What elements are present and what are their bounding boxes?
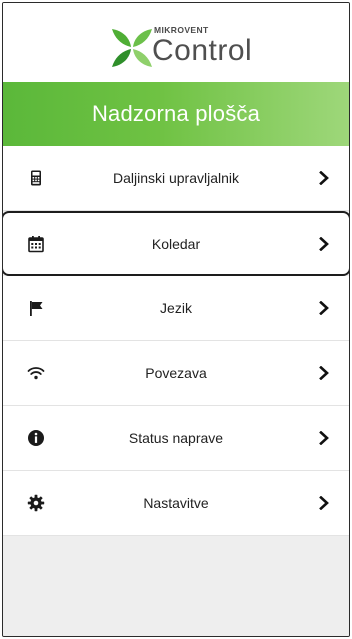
menu-item-label: Povezava — [145, 365, 207, 381]
page-title: Nadzorna plošča — [91, 101, 261, 126]
chevron-right-icon — [319, 301, 329, 315]
menu-item-device-status[interactable]: Status naprave — [3, 406, 349, 471]
menu-item-connection[interactable]: Povezava — [3, 341, 349, 406]
chevron-right-icon — [319, 236, 329, 251]
product-name: Control — [152, 34, 253, 67]
chevron-right-icon — [319, 496, 329, 510]
menu-item-label: Nastavitve — [143, 495, 209, 511]
menu-item-label: Status naprave — [128, 430, 224, 446]
menu-item-label: Koledar — [151, 235, 201, 252]
chevron-right-icon — [319, 366, 329, 380]
page-header: Nadzorna plošča — [3, 82, 349, 146]
menu-item-remote-control[interactable]: Daljinski upravljalnik — [3, 146, 349, 211]
menu-item-label: Daljinski upravljalnik — [112, 170, 240, 186]
menu-item-calendar[interactable]: Koledar — [3, 211, 349, 276]
app-frame: MIKROVENT Control Nadzorna plošča Daljin… — [2, 2, 350, 637]
menu-item-language[interactable]: Jezik — [3, 276, 349, 341]
mikrovent-logo-icon — [112, 29, 152, 67]
logo-area: MIKROVENT Control — [3, 3, 349, 82]
dashboard-menu: Daljinski upravljalnik Koledar Jezik Pov… — [3, 146, 349, 536]
chevron-right-icon — [319, 171, 329, 185]
menu-item-label: Jezik — [160, 300, 192, 316]
chevron-right-icon — [319, 431, 329, 445]
empty-area — [3, 536, 349, 636]
menu-item-settings[interactable]: Nastavitve — [3, 471, 349, 536]
